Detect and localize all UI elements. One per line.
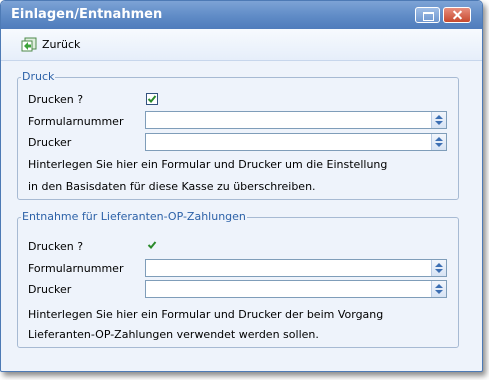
entnahme-drucken-checkbox[interactable] [146,239,158,251]
entnahme-formular-label: Formularnummer [28,262,124,275]
entnahme-formular-spinner[interactable] [431,260,446,276]
entnahme-drucken-label: Drucken ? [28,240,84,253]
spinner-arrows-icon [435,284,443,294]
druck-hint-line2: in den Basisdaten für diese Kasse zu übe… [28,180,316,193]
check-icon [147,241,157,249]
druck-legend: Druck [21,70,56,83]
back-button-label: Zurück [42,38,81,51]
entnahme-legend: Entnahme für Lieferanten-OP-Zahlungen [21,210,247,223]
entnahme-formular-field[interactable] [145,259,447,277]
druck-drucker-field[interactable] [145,133,447,151]
entnahme-hint-line1: Hinterlegen Sie hier ein Formular und Dr… [28,308,384,321]
druck-formular-field[interactable] [145,111,447,129]
entnahme-drucker-spinner[interactable] [431,281,446,297]
druck-drucker-spinner[interactable] [431,134,446,150]
druck-drucken-label: Drucken ? [28,93,84,106]
druck-formular-label: Formularnummer [28,115,124,128]
entnahme-group: Entnahme für Lieferanten-OP-Zahlungen Dr… [17,210,459,348]
druck-hint-line1: Hinterlegen Sie hier ein Formular und Dr… [28,158,388,171]
entnahme-hint-line2: Lieferanten-OP-Zahlungen verwendet werde… [28,328,319,341]
spinner-arrows-icon [435,137,443,147]
restore-button[interactable] [415,7,440,23]
entnahme-drucker-label: Drucker [28,283,72,296]
window-title: Einlagen/Entnahmen [11,7,163,22]
back-arrow-icon [21,37,37,52]
druck-formular-spinner[interactable] [431,112,446,128]
druck-drucker-label: Drucker [28,136,72,149]
spinner-arrows-icon [435,115,443,125]
spinner-arrows-icon [435,263,443,273]
entnahme-drucker-field[interactable] [145,280,447,298]
dialog-window: Einlagen/Entnahmen Zurück Druck Drucken … [0,0,483,372]
check-icon [147,95,157,103]
toolbar: Zurück [1,29,482,61]
close-button[interactable] [443,7,471,23]
druck-group: Druck Drucken ? Formularnummer Drucker H… [17,70,459,200]
druck-drucken-checkbox[interactable] [146,93,158,105]
title-bar[interactable]: Einlagen/Entnahmen [1,1,482,29]
